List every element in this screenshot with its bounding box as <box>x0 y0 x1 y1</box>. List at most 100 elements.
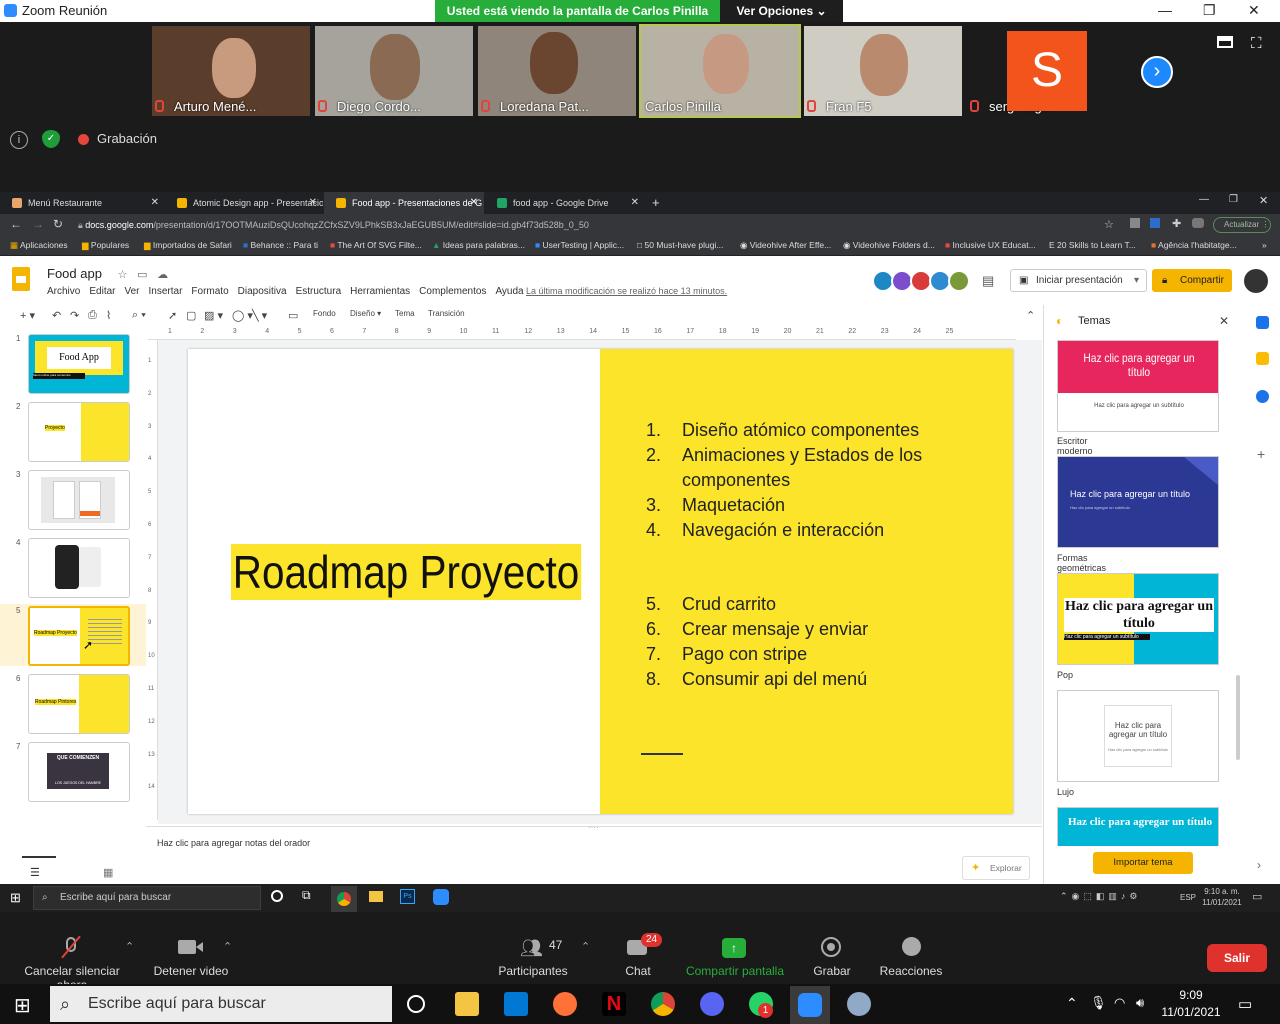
roadmap-list-item[interactable]: 7. Pago con stripe <box>646 642 956 667</box>
gallery-view-icon[interactable] <box>1217 36 1233 48</box>
slide-thumbnail[interactable] <box>28 470 130 530</box>
view-options-button[interactable]: Ver Opciones ⌄ <box>720 0 843 22</box>
redo-icon[interactable]: ↷ <box>70 309 79 322</box>
video-tile[interactable]: Fran F5 <box>804 26 962 116</box>
menu-herramientas[interactable]: Herramientas <box>350 286 410 297</box>
taskbar-search-box[interactable]: ⌕ Escribe aquí para buscar <box>50 986 392 1022</box>
extension-icon[interactable] <box>1130 218 1140 228</box>
roadmap-list-item[interactable]: 4. Navegación e interacción <box>646 518 956 543</box>
last-modified-link[interactable]: La última modificación se realizó hace 1… <box>526 286 727 296</box>
comment-icon[interactable]: ▤ <box>982 273 994 289</box>
scrollbar[interactable] <box>1236 675 1240 760</box>
theme-card[interactable]: Haz clic para agregar un título <box>1057 807 1219 846</box>
move-folder-icon[interactable]: ▭ <box>137 269 147 281</box>
cortana-icon[interactable] <box>271 890 283 902</box>
slide-thumbnail[interactable]: Roadmap Pintores <box>28 674 130 734</box>
bookmark-item[interactable]: □ 50 Must-have plugi... <box>637 240 723 250</box>
chat-label[interactable]: Chat <box>616 964 660 978</box>
themes-list[interactable]: Haz clic para agregar un título Haz clic … <box>1047 340 1239 846</box>
share-screen-label[interactable]: Compartir pantalla <box>684 964 786 978</box>
slide-thumbnail[interactable] <box>28 538 130 598</box>
task-view-icon[interactable]: ⧉ <box>302 888 311 903</box>
notification-icon[interactable]: ▭ <box>1252 890 1262 903</box>
bookmark-item[interactable]: ▲ Ideas para palabras... <box>432 240 525 250</box>
chevron-down-icon[interactable]: ▾ <box>1134 270 1139 291</box>
language-indicator[interactable]: ESP <box>1180 893 1196 902</box>
theme-button[interactable]: Tema <box>395 309 415 318</box>
theme-card[interactable]: Haz clic para agregar un título Haz clic … <box>1057 573 1219 665</box>
profile-icon[interactable] <box>1192 218 1204 228</box>
import-theme-button[interactable]: Importar tema <box>1093 852 1193 874</box>
theme-card[interactable]: Haz clic para agregar un título Haz clic … <box>1057 456 1219 548</box>
filmstrip-view-icon[interactable]: ☰ <box>30 866 40 879</box>
slides-logo-icon[interactable] <box>12 267 30 291</box>
reactions-label[interactable]: Reacciones <box>878 964 944 978</box>
reactions-smiley-icon[interactable] <box>902 937 921 956</box>
chrome-icon[interactable] <box>651 992 675 1016</box>
browser-tab[interactable]: food app - Google Drive ✕ <box>485 192 645 214</box>
text-box-icon[interactable]: ▢ <box>186 309 196 322</box>
puzzle-icon[interactable]: ✚ <box>1172 217 1181 230</box>
slide-thumbnail[interactable]: Proyecto <box>28 402 130 462</box>
menu-estructura[interactable]: Estructura <box>296 286 342 297</box>
tab-close-icon[interactable]: ✕ <box>151 192 159 214</box>
slide-thumbnail[interactable]: Food App Menú online para comercios <box>28 334 130 394</box>
stop-video-label[interactable]: Detener video <box>148 964 234 978</box>
microphone-icon[interactable]: 🎙︎ <box>1090 995 1107 1011</box>
undo-icon[interactable]: ↶ <box>52 309 61 322</box>
windows-start-icon[interactable]: ⊞ <box>14 993 31 1018</box>
comment-add-icon[interactable]: ▭ <box>288 309 298 322</box>
chrome-taskbar-active[interactable] <box>331 886 357 912</box>
wifi-icon[interactable]: ◠ <box>1114 995 1125 1011</box>
add-addon-icon[interactable]: + <box>1257 446 1265 462</box>
video-tile[interactable]: Loredana Pat... <box>478 26 636 116</box>
keep-icon[interactable] <box>1256 352 1269 365</box>
bookmark-item[interactable]: E 20 Skills to Learn T... <box>1049 240 1136 250</box>
info-icon[interactable]: i <box>10 131 28 149</box>
minimize-icon[interactable]: — <box>1199 194 1209 205</box>
print-icon[interactable]: ⎙ <box>88 309 97 322</box>
cortana-icon[interactable] <box>407 995 425 1013</box>
close-icon[interactable]: ✕ <box>1219 314 1229 328</box>
system-tray-icons[interactable]: ⌃◉⬚◧▥♪⚙ <box>1060 891 1141 902</box>
browser-tab-active[interactable]: Food app - Presentaciones de G ✕ <box>324 192 484 214</box>
calendar-icon[interactable] <box>1256 316 1269 329</box>
line-icon[interactable]: ╲ ▾ <box>252 309 267 322</box>
cloud-icon[interactable]: ☁ <box>157 269 168 281</box>
remote-clock[interactable]: 9:10 a. m. 11/01/2021 <box>1198 886 1246 908</box>
grid-view-icon[interactable]: ▦ <box>103 866 113 879</box>
restore-icon[interactable]: ❐ <box>1229 194 1238 205</box>
menu-ver[interactable]: Ver <box>124 286 139 297</box>
zoom-app-icon[interactable] <box>433 889 449 905</box>
video-camera-icon[interactable] <box>178 940 196 954</box>
paint-icon[interactable] <box>847 992 871 1016</box>
zoom-icon[interactable]: ⌕ ▾ <box>132 309 146 322</box>
new-tab-icon[interactable]: + <box>652 195 660 210</box>
menu-ayuda[interactable]: Ayuda <box>495 286 523 297</box>
new-slide-icon[interactable]: + ▾ <box>20 309 35 322</box>
bookmark-item[interactable]: ■ Agência l'habitatge... <box>1151 240 1237 250</box>
background-button[interactable]: Fondo <box>313 309 336 318</box>
zoom-taskbar-active[interactable] <box>790 986 830 1024</box>
reload-icon[interactable]: ↻ <box>53 217 63 231</box>
start-presentation-button[interactable]: ▣ Iniciar presentación ▾ <box>1010 269 1147 292</box>
layout-button[interactable]: Diseño ▾ <box>350 309 381 318</box>
chevron-up-icon[interactable]: ⌃ <box>125 940 134 953</box>
menu-insertar[interactable]: Insertar <box>149 286 183 297</box>
share-screen-icon[interactable]: ↑ <box>722 938 746 958</box>
speaker-notes-placeholder[interactable]: Haz clic para agregar notas del orador <box>157 838 310 848</box>
tab-close-icon[interactable]: ✕ <box>631 192 639 214</box>
video-tile[interactable]: Diego Cordo... <box>315 26 473 116</box>
video-tile-active-speaker[interactable]: Carlos Pinilla <box>639 24 801 118</box>
roadmap-list-item[interactable]: 8. Consumir api del menú <box>646 667 956 692</box>
tab-close-icon[interactable]: ✕ <box>470 192 478 214</box>
paint-format-icon[interactable]: ⌇ <box>106 309 111 322</box>
record-icon[interactable] <box>821 937 841 957</box>
slide-thumbnail[interactable]: QUE COMIENZEN LOS JUEGOS DEL HAMBRE <box>28 742 130 802</box>
discord-icon[interactable] <box>700 992 724 1016</box>
image-icon[interactable]: ▨ ▾ <box>204 309 223 322</box>
video-tile[interactable]: Arturo Mené... <box>152 26 310 116</box>
theme-card[interactable]: Haz clic para agregar un título Haz clic … <box>1057 690 1219 782</box>
browser-tab[interactable]: Atomic Design app - Presentacio ✕ <box>165 192 323 214</box>
photoshop-icon[interactable]: Ps <box>400 889 415 904</box>
